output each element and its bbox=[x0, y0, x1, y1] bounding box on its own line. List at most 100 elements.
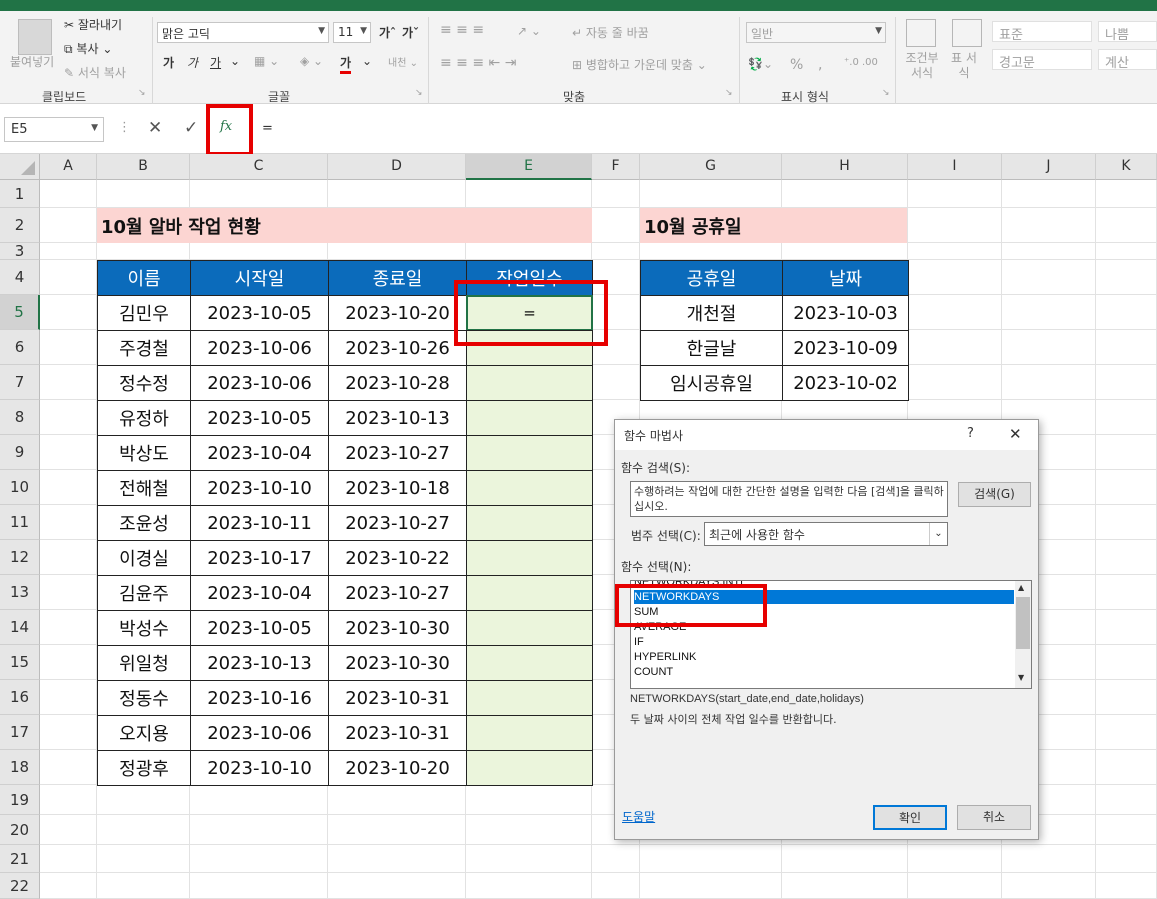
column-header-g[interactable]: G bbox=[640, 154, 782, 180]
work-cell-start[interactable]: 2023-10-13 bbox=[190, 645, 329, 681]
align-top-icon[interactable]: ≡ ≡ ≡ bbox=[440, 22, 484, 38]
work-cell-end[interactable]: 2023-10-22 bbox=[328, 540, 467, 576]
scroll-down-icon[interactable]: ▼ bbox=[1018, 673, 1024, 682]
enter-icon[interactable]: ✓ bbox=[184, 118, 198, 138]
search-button[interactable]: 검색(G) bbox=[958, 482, 1031, 507]
row-header-2[interactable]: 2 bbox=[0, 208, 40, 243]
help-icon[interactable]: ? bbox=[967, 426, 974, 441]
function-list-item[interactable]: COUNT bbox=[634, 665, 1014, 679]
work-cell-name[interactable]: 유정하 bbox=[97, 400, 191, 436]
work-cell-start[interactable]: 2023-10-05 bbox=[190, 295, 329, 331]
row-header-4[interactable]: 4 bbox=[0, 260, 40, 295]
dialog-launcher-icon[interactable]: ↘ bbox=[415, 88, 423, 98]
comma-icon[interactable]: , bbox=[818, 57, 822, 73]
fill-color-icon[interactable]: ◈ ⌄ bbox=[300, 54, 323, 68]
column-header-i[interactable]: I bbox=[908, 154, 1002, 180]
work-cell-end[interactable]: 2023-10-20 bbox=[328, 750, 467, 786]
row-header-1[interactable]: 1 bbox=[0, 180, 40, 208]
work-cell-days[interactable] bbox=[466, 540, 593, 576]
work-cell-end[interactable]: 2023-10-30 bbox=[328, 610, 467, 646]
align-left-icon[interactable]: ≡ ≡ ≡ ⇤ ⇥ bbox=[440, 55, 516, 71]
row-header-17[interactable]: 17 bbox=[0, 715, 40, 750]
ok-button[interactable]: 확인 bbox=[873, 805, 947, 830]
work-cell-start[interactable]: 2023-10-05 bbox=[190, 400, 329, 436]
work-cell-name[interactable]: 정광후 bbox=[97, 750, 191, 786]
work-cell-name[interactable]: 오지용 bbox=[97, 715, 191, 751]
cancel-icon[interactable]: ✕ bbox=[148, 118, 162, 138]
row-header-10[interactable]: 10 bbox=[0, 470, 40, 505]
work-cell-days[interactable] bbox=[466, 470, 593, 506]
font-color-dropdown-icon[interactable]: ⌄ bbox=[362, 54, 372, 68]
holiday-cell-date[interactable]: 2023-10-03 bbox=[782, 295, 909, 331]
column-header-j[interactable]: J bbox=[1002, 154, 1096, 180]
merge-center-button[interactable]: ⊞ 병합하고 가운데 맞춤 ⌄ bbox=[572, 56, 707, 73]
paste-icon[interactable] bbox=[18, 19, 52, 55]
work-cell-end[interactable]: 2023-10-13 bbox=[328, 400, 467, 436]
work-cell-start[interactable]: 2023-10-06 bbox=[190, 365, 329, 401]
work-cell-start[interactable]: 2023-10-10 bbox=[190, 750, 329, 786]
paste-button[interactable]: 붙여넣기 bbox=[10, 53, 54, 70]
row-header-14[interactable]: 14 bbox=[0, 610, 40, 645]
row-header-6[interactable]: 6 bbox=[0, 330, 40, 365]
increase-decimal-icon[interactable]: ⁺.0 .00 bbox=[844, 57, 878, 68]
row-header-20[interactable]: 20 bbox=[0, 815, 40, 845]
work-cell-end[interactable]: 2023-10-20 bbox=[328, 295, 467, 331]
work-cell-start[interactable]: 2023-10-06 bbox=[190, 330, 329, 366]
underline-dropdown-icon[interactable]: ⌄ bbox=[230, 54, 240, 68]
work-cell-days[interactable] bbox=[466, 365, 593, 401]
column-header-f[interactable]: F bbox=[592, 154, 640, 180]
style-bad[interactable]: 나쁨 bbox=[1098, 21, 1157, 43]
work-cell-end[interactable]: 2023-10-31 bbox=[328, 680, 467, 716]
column-header-h[interactable]: H bbox=[782, 154, 908, 180]
work-cell-name[interactable]: 조윤성 bbox=[97, 505, 191, 541]
dialog-launcher-icon[interactable]: ↘ bbox=[725, 88, 733, 98]
table-format-icon[interactable] bbox=[952, 19, 982, 47]
phonetic-icon[interactable]: 내천 ⌄ bbox=[388, 54, 418, 69]
work-cell-name[interactable]: 박성수 bbox=[97, 610, 191, 646]
work-cell-name[interactable]: 위일청 bbox=[97, 645, 191, 681]
work-cell-end[interactable]: 2023-10-27 bbox=[328, 575, 467, 611]
row-header-22[interactable]: 22 bbox=[0, 873, 40, 899]
work-cell-days[interactable] bbox=[466, 610, 593, 646]
font-name-combo[interactable]: 맑은 고딕 ▼ bbox=[157, 22, 329, 43]
work-cell-name[interactable]: 이경실 bbox=[97, 540, 191, 576]
work-header-2[interactable]: 종료일 bbox=[328, 260, 467, 296]
row-header-21[interactable]: 21 bbox=[0, 845, 40, 873]
work-cell-end[interactable]: 2023-10-18 bbox=[328, 470, 467, 506]
column-header-a[interactable]: A bbox=[40, 154, 97, 180]
function-search-input[interactable]: 수행하려는 작업에 대한 간단한 설명을 입력한 다음 [검색]을 클릭하십시오… bbox=[630, 481, 948, 517]
column-header-b[interactable]: B bbox=[97, 154, 190, 180]
work-cell-end[interactable]: 2023-10-30 bbox=[328, 645, 467, 681]
decrease-font-icon[interactable]: 가ˇ bbox=[402, 24, 419, 41]
holiday-cell-date[interactable]: 2023-10-02 bbox=[782, 365, 909, 401]
dialog-launcher-icon[interactable]: ↘ bbox=[138, 88, 146, 98]
work-cell-days[interactable] bbox=[466, 435, 593, 471]
category-select[interactable]: 최근에 사용한 함수 ⌄ bbox=[704, 522, 948, 546]
help-link[interactable]: 도움말 bbox=[622, 808, 655, 825]
row-header-5[interactable]: 5 bbox=[0, 295, 40, 330]
row-header-15[interactable]: 15 bbox=[0, 645, 40, 680]
style-warning[interactable]: 경고문 bbox=[992, 49, 1092, 71]
close-icon[interactable]: ✕ bbox=[1009, 425, 1022, 443]
dialog-launcher-icon[interactable]: ↘ bbox=[882, 88, 890, 98]
work-cell-name[interactable]: 정동수 bbox=[97, 680, 191, 716]
format-painter-button[interactable]: ✎ 서식 복사 bbox=[64, 64, 126, 81]
row-header-7[interactable]: 7 bbox=[0, 365, 40, 400]
work-cell-start[interactable]: 2023-10-10 bbox=[190, 470, 329, 506]
border-icon[interactable]: ▦ ⌄ bbox=[254, 54, 279, 68]
row-header-9[interactable]: 9 bbox=[0, 435, 40, 470]
orientation-icon[interactable]: ↗ ⌄ bbox=[517, 24, 541, 38]
cut-button[interactable]: ✂ 잘라내기 bbox=[64, 16, 122, 33]
currency-icon[interactable]: 💱⌄ bbox=[748, 57, 773, 71]
number-format-combo[interactable]: 일반 ▼ bbox=[746, 22, 886, 43]
wrap-text-button[interactable]: ↵ 자동 줄 바꿈 bbox=[572, 24, 649, 41]
font-color-button[interactable]: 가 bbox=[340, 54, 352, 74]
copy-button[interactable]: ⧉ 복사 ⌄ bbox=[64, 40, 112, 57]
italic-button[interactable]: 가 bbox=[187, 54, 198, 71]
column-header-c[interactable]: C bbox=[190, 154, 328, 180]
row-header-16[interactable]: 16 bbox=[0, 680, 40, 715]
scrollbar[interactable]: ▲ ▼ bbox=[1015, 581, 1031, 688]
work-cell-name[interactable]: 박상도 bbox=[97, 435, 191, 471]
work-cell-days[interactable] bbox=[466, 400, 593, 436]
font-size-combo[interactable]: 11 ▼ bbox=[333, 22, 371, 43]
